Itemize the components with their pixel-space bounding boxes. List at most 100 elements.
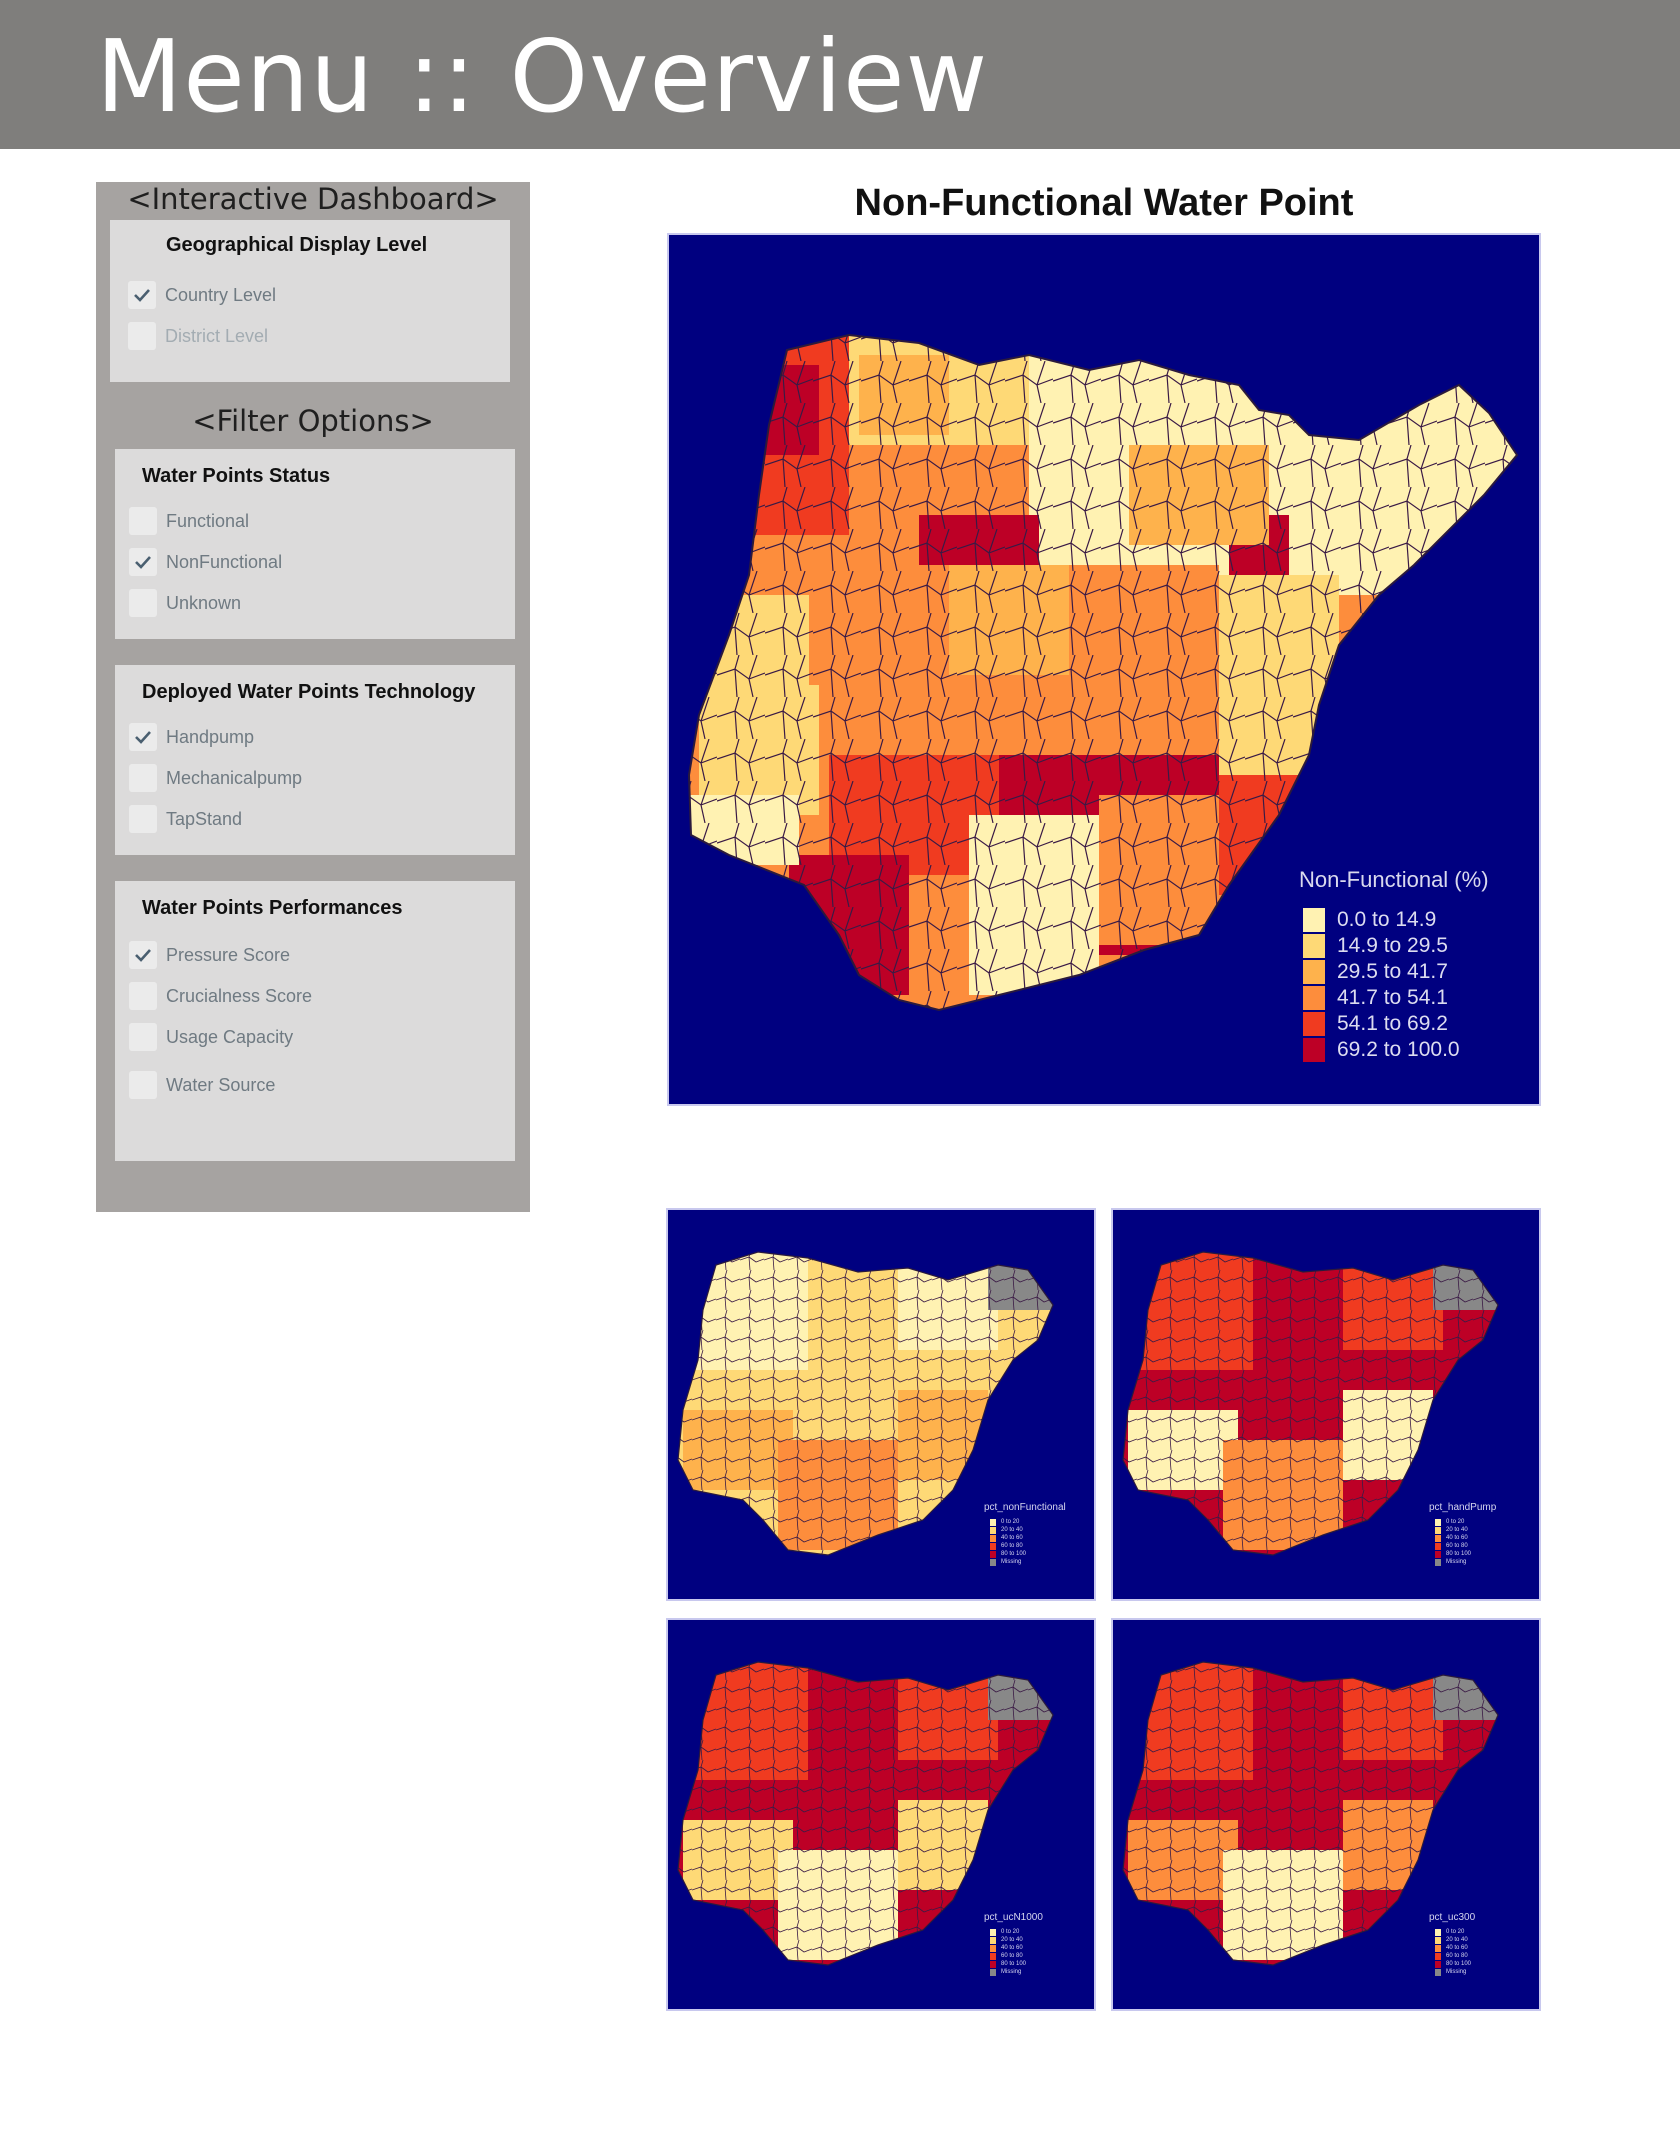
small-choropleth [1122,1661,1499,1966]
page-title: Menu :: Overview [96,18,989,135]
dashboard-section-title: <Interactive Dashboard> [127,182,499,216]
legend-swatch [1303,1038,1325,1062]
checkbox-checked-icon[interactable] [128,281,156,309]
small-legend-item: 20 to 40 [1435,1526,1468,1534]
checkbox-unchecked-icon[interactable] [129,1071,157,1099]
option-label: Pressure Score [166,944,291,965]
small-legend-item: 60 to 80 [1435,1542,1468,1550]
option-tapstand[interactable]: TapStand [129,804,242,834]
option-label: Handpump [166,726,255,747]
checkbox-checked-icon[interactable] [129,548,157,576]
small-legend-label: 40 to 60 [1001,1945,1023,1951]
main-map[interactable]: Non-Functional (%) 0.0 to 14.9 14.9 to 2… [667,233,1541,1106]
small-legend-swatch [1435,1960,1441,1968]
option-usage-capacity[interactable]: Usage Capacity [129,1022,293,1052]
option-label: Water Source [166,1074,276,1095]
small-legend-swatch [1435,1928,1441,1936]
small-legend-swatch [1435,1936,1441,1944]
checkbox-unchecked-icon[interactable] [129,805,157,833]
small-map-legend-title: pct_nonFunctional [984,1502,1066,1513]
small-legend-item: 80 to 100 [990,1550,1026,1558]
small-legend-label: 20 to 40 [1446,1527,1468,1533]
option-functional[interactable]: Functional [129,506,249,536]
legend-swatch [1303,1012,1325,1036]
small-legend-item: 20 to 40 [990,1936,1023,1944]
legend-item: 41.7 to 54.1 [1303,985,1448,1011]
option-mechanicalpump[interactable]: Mechanicalpump [129,763,302,793]
small-legend-item: 40 to 60 [990,1944,1023,1952]
small-legend-item: 60 to 80 [990,1542,1023,1550]
small-legend-label: 20 to 40 [1446,1937,1468,1943]
small-legend-label: 40 to 60 [1001,1535,1023,1541]
small-legend-item: Missing [1435,1558,1466,1566]
legend-label: 29.5 to 41.7 [1337,960,1448,983]
small-legend-label: Missing [1446,1969,1467,1975]
small-legend-swatch [990,1952,996,1960]
legend-label: 14.9 to 29.5 [1337,934,1448,957]
small-legend-item: 80 to 100 [1435,1550,1471,1558]
small-legend-swatch [990,1526,996,1534]
option-unknown[interactable]: Unknown [129,588,241,618]
small-map-legend-title: pct_ucN1000 [984,1912,1043,1923]
legend-swatch [1303,934,1325,958]
legend-label: 41.7 to 54.1 [1337,986,1448,1009]
small-legend-label: 0 to 20 [1001,1519,1020,1525]
small-legend-swatch [990,1928,996,1936]
option-nonfunctional[interactable]: NonFunctional [129,547,282,577]
small-legend-item: 0 to 20 [990,1518,1019,1526]
small-legend-item: 80 to 100 [1435,1960,1471,1968]
legend-item: 29.5 to 41.7 [1303,959,1448,985]
small-map-1[interactable]: pct_nonFunctional 0 to 20 20 to 40 40 to 60… [666,1208,1096,1601]
option-label: Unknown [166,592,242,613]
checkbox-unchecked-icon[interactable] [129,507,157,535]
option-label: Crucialness Score [166,985,313,1006]
small-legend-item: 80 to 100 [990,1960,1026,1968]
small-legend-item: 20 to 40 [990,1526,1023,1534]
checkbox-checked-icon[interactable] [129,723,157,751]
option-handpump[interactable]: Handpump [129,722,254,752]
checkbox-unchecked-icon[interactable] [129,589,157,617]
small-legend-label: 0 to 20 [1446,1929,1465,1935]
small-map-3[interactable]: pct_ucN1000 0 to 20 20 to 40 40 to 60 60 to … [666,1618,1096,2011]
option-label: Usage Capacity [166,1026,294,1047]
small-map-2[interactable]: pct_handPump 0 to 20 20 to 40 40 to 60 60 to… [1111,1208,1541,1601]
checkbox-unchecked-icon[interactable] [129,982,157,1010]
option-label: NonFunctional [166,551,283,572]
technology-box: Deployed Water Points Technology Handpum… [115,665,515,855]
small-legend-swatch [1435,1526,1441,1534]
option-water-source[interactable]: Water Source [129,1070,275,1100]
small-legend-label: 80 to 100 [1001,1961,1027,1967]
small-legend-item: 40 to 60 [990,1534,1023,1542]
small-legend-label: 60 to 80 [1446,1953,1468,1959]
checkbox-unchecked-icon[interactable] [129,1023,157,1051]
small-legend-swatch [990,1534,996,1542]
option-label: Functional [166,510,250,531]
checkbox-checked-icon[interactable] [129,941,157,969]
legend-swatch [1303,908,1325,932]
small-map-4[interactable]: pct_uc300 0 to 20 20 to 40 40 to 60 60 to 80… [1111,1618,1541,2011]
small-legend-swatch [990,1968,996,1976]
legend-swatch [1303,960,1325,984]
option-crucialness-score[interactable]: Crucialness Score [129,981,312,1011]
small-map-legend-title: pct_handPump [1429,1502,1497,1513]
checkbox-unchecked-icon[interactable] [128,322,156,350]
geo-level-title: Geographical Display Level [166,234,428,256]
small-legend-swatch [1435,1518,1441,1526]
sidebar-panel: <Interactive Dashboard> Geographical Dis… [96,182,530,1212]
option-pressure-score[interactable]: Pressure Score [129,940,290,970]
small-legend-label: 0 to 20 [1446,1519,1465,1525]
header-bar: Menu :: Overview [0,0,1680,149]
checkbox-unchecked-icon[interactable] [129,764,157,792]
status-box: Water Points Status Functional NonFuncti… [115,449,515,639]
option-country-level[interactable]: Country Level [128,280,276,310]
legend-label: 0.0 to 14.9 [1337,908,1437,931]
small-legend-swatch [1435,1968,1441,1976]
option-district-level[interactable]: District Level [128,321,268,351]
technology-title: Deployed Water Points Technology [142,681,476,703]
small-legend-swatch [990,1960,996,1968]
small-legend-swatch [1435,1550,1441,1558]
option-label: District Level [165,325,269,346]
option-label: Country Level [165,284,277,305]
legend-title: Non-Functional (%) [1299,867,1489,892]
small-legend-label: 20 to 40 [1001,1937,1023,1943]
